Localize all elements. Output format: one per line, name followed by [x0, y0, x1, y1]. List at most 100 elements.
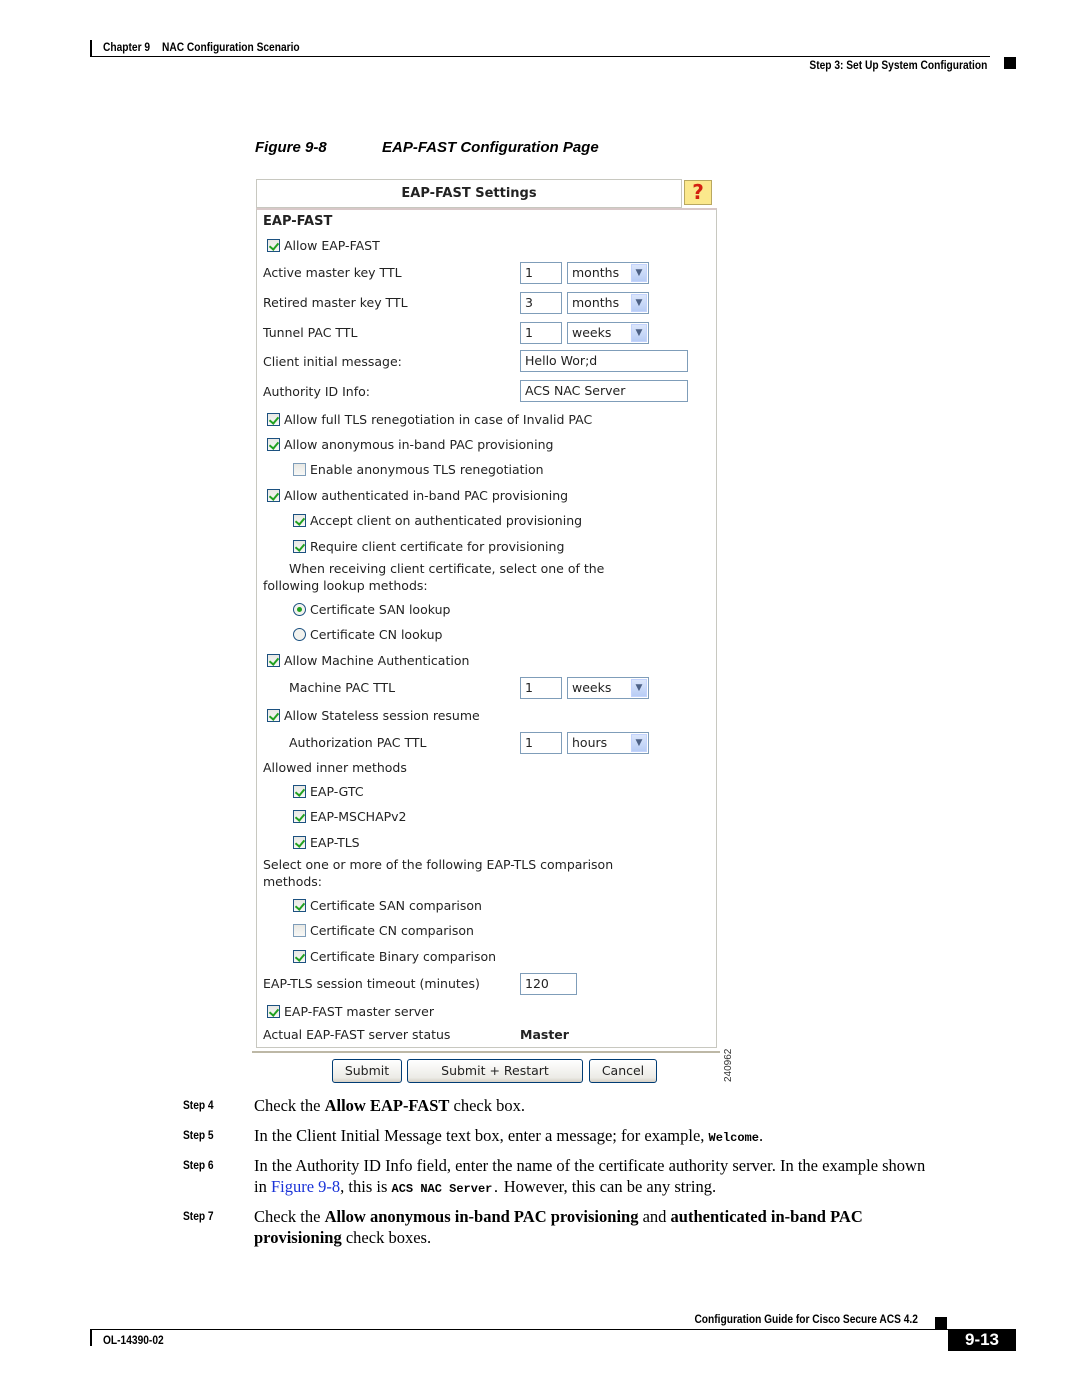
allow-anon-inband-checkbox[interactable]: [267, 438, 280, 451]
page-number: 9-13: [948, 1329, 1016, 1351]
select-value: weeks: [572, 680, 612, 695]
lookup-note: When receiving client certificate, selec…: [289, 561, 605, 576]
lookup-note-continued: following lookup methods:: [263, 578, 428, 593]
allow-auth-inband-label: Allow authenticated in-band PAC provisio…: [284, 488, 569, 503]
master-server-checkbox[interactable]: [267, 1005, 280, 1018]
section-header: Step 3: Set Up System Configuration: [809, 58, 987, 72]
allow-anon-inband-label: Allow anonymous in-band PAC provisioning: [284, 437, 554, 452]
footer-bar: [90, 1330, 92, 1346]
figure-title: EAP-FAST Configuration Page: [382, 139, 599, 156]
retired-master-key-ttl-unit-select[interactable]: months ▼: [567, 292, 649, 314]
eap-tls-timeout-label: EAP-TLS session timeout (minutes): [263, 976, 480, 991]
help-icon[interactable]: ?: [684, 180, 712, 205]
chapter-number: Chapter 9: [103, 40, 151, 54]
cert-cn-comparison-checkbox[interactable]: [293, 924, 306, 937]
allow-machine-auth-checkbox[interactable]: [267, 654, 280, 667]
allow-full-tls-checkbox[interactable]: [267, 413, 280, 426]
retired-master-key-ttl-input[interactable]: 3: [520, 292, 562, 314]
eap-tls-timeout-input[interactable]: 120: [520, 973, 577, 995]
chevron-down-icon[interactable]: ▼: [631, 324, 647, 342]
select-value: weeks: [572, 325, 612, 340]
chevron-down-icon[interactable]: ▼: [631, 679, 647, 697]
panel-title: EAP-FAST Settings: [256, 179, 682, 208]
authorization-pac-ttl-label: Authorization PAC TTL: [289, 735, 427, 750]
active-master-key-ttl-input[interactable]: 1: [520, 262, 562, 284]
text: In the Authority ID Info field, enter th…: [254, 1156, 926, 1175]
machine-pac-ttl-input[interactable]: 1: [520, 677, 562, 699]
submit-button[interactable]: Submit: [332, 1059, 402, 1083]
text: in: [254, 1177, 271, 1196]
cert-binary-comparison-checkbox[interactable]: [293, 950, 306, 963]
guide-title: Configuration Guide for Cisco Secure ACS…: [694, 1312, 918, 1326]
figure-link[interactable]: Figure 9-8: [271, 1177, 340, 1196]
bold-text: Allow anonymous in-band PAC provisioning: [324, 1207, 639, 1226]
select-value: hours: [572, 735, 608, 750]
tunnel-pac-ttl-label: Tunnel PAC TTL: [263, 325, 358, 340]
active-master-key-ttl-label: Active master key TTL: [263, 265, 402, 280]
authority-id-info-label: Authority ID Info:: [263, 384, 370, 399]
retired-master-key-ttl-label: Retired master key TTL: [263, 295, 408, 310]
chevron-down-icon[interactable]: ▼: [631, 264, 647, 282]
eap-tls-checkbox[interactable]: [293, 836, 306, 849]
bold-text: provisioning: [254, 1228, 342, 1247]
cancel-button[interactable]: Cancel: [589, 1059, 657, 1083]
master-server-label: EAP-FAST master server: [284, 1004, 434, 1019]
authority-id-info-input[interactable]: ACS NAC Server: [520, 380, 688, 402]
comparison-note-continued: methods:: [263, 874, 322, 889]
allow-eap-fast-checkbox[interactable]: [267, 239, 280, 252]
text: and: [638, 1207, 671, 1226]
tunnel-pac-ttl-unit-select[interactable]: weeks ▼: [567, 322, 649, 344]
select-value: months: [572, 265, 620, 280]
server-status-value: Master: [520, 1027, 569, 1042]
cert-san-comparison-checkbox[interactable]: [293, 899, 306, 912]
eap-mschapv2-checkbox[interactable]: [293, 810, 306, 823]
server-status-label: Actual EAP-FAST server status: [263, 1027, 451, 1042]
submit-restart-button[interactable]: Submit + Restart: [407, 1059, 583, 1083]
enable-anon-tls-checkbox[interactable]: [293, 463, 306, 476]
cert-cn-lookup-label: Certificate CN lookup: [310, 627, 443, 642]
cert-san-lookup-label: Certificate SAN lookup: [310, 602, 451, 617]
eap-gtc-label: EAP-GTC: [310, 784, 364, 799]
client-initial-message-label: Client initial message:: [263, 354, 402, 369]
cert-san-lookup-radio[interactable]: [293, 603, 306, 616]
chevron-down-icon[interactable]: ▼: [631, 734, 647, 752]
step-label: Step 5: [183, 1128, 214, 1142]
require-client-cert-checkbox[interactable]: [293, 540, 306, 553]
figure-number: Figure 9-8: [255, 139, 327, 156]
figure-caption: Figure 9-8 EAP-FAST Configuration Page: [255, 139, 599, 156]
authorization-pac-ttl-unit-select[interactable]: hours ▼: [567, 732, 649, 754]
eap-gtc-checkbox[interactable]: [293, 785, 306, 798]
allow-eap-fast-label: Allow EAP-FAST: [284, 238, 380, 253]
step-label: Step 4: [183, 1098, 214, 1112]
allow-full-tls-label: Allow full TLS renegotiation in case of …: [284, 412, 593, 427]
step-text: In the Authority ID Info field, enter th…: [254, 1155, 1024, 1200]
step-text: Check the Allow EAP-FAST check box.: [254, 1095, 1024, 1116]
allow-auth-inband-checkbox[interactable]: [267, 489, 280, 502]
allow-stateless-checkbox[interactable]: [267, 709, 280, 722]
doc-number: OL-14390-02: [103, 1333, 164, 1347]
active-master-key-ttl-unit-select[interactable]: months ▼: [567, 262, 649, 284]
text: Check the: [254, 1207, 325, 1226]
authorization-pac-ttl-input[interactable]: 1: [520, 732, 562, 754]
tunnel-pac-ttl-input[interactable]: 1: [520, 322, 562, 344]
client-initial-message-input[interactable]: Hello Wor;d: [520, 350, 688, 372]
chevron-down-icon[interactable]: ▼: [631, 294, 647, 312]
accept-client-label: Accept client on authenticated provision…: [310, 513, 583, 528]
text: In the Client Initial Message text box, …: [254, 1126, 709, 1145]
text: , this is: [340, 1177, 392, 1196]
panel-divider: [252, 1051, 720, 1053]
machine-pac-ttl-unit-select[interactable]: weeks ▼: [567, 677, 649, 699]
accept-client-checkbox[interactable]: [293, 514, 306, 527]
step-text: Check the Allow anonymous in-band PAC pr…: [254, 1206, 1024, 1248]
footer-rule: [90, 1329, 948, 1330]
step-label: Step 6: [183, 1158, 214, 1172]
code-text: ACS NAC Server.: [391, 1182, 500, 1196]
chapter-title: NAC Configuration Scenario: [161, 40, 300, 54]
text: However, this can be any string.: [499, 1177, 717, 1196]
text: .: [758, 1126, 764, 1145]
cert-san-comparison-label: Certificate SAN comparison: [310, 898, 482, 913]
figure-id: 240962: [723, 1048, 734, 1082]
cert-cn-lookup-radio[interactable]: [293, 628, 306, 641]
require-client-cert-label: Require client certificate for provision…: [310, 539, 565, 554]
header-block: [1004, 57, 1016, 69]
